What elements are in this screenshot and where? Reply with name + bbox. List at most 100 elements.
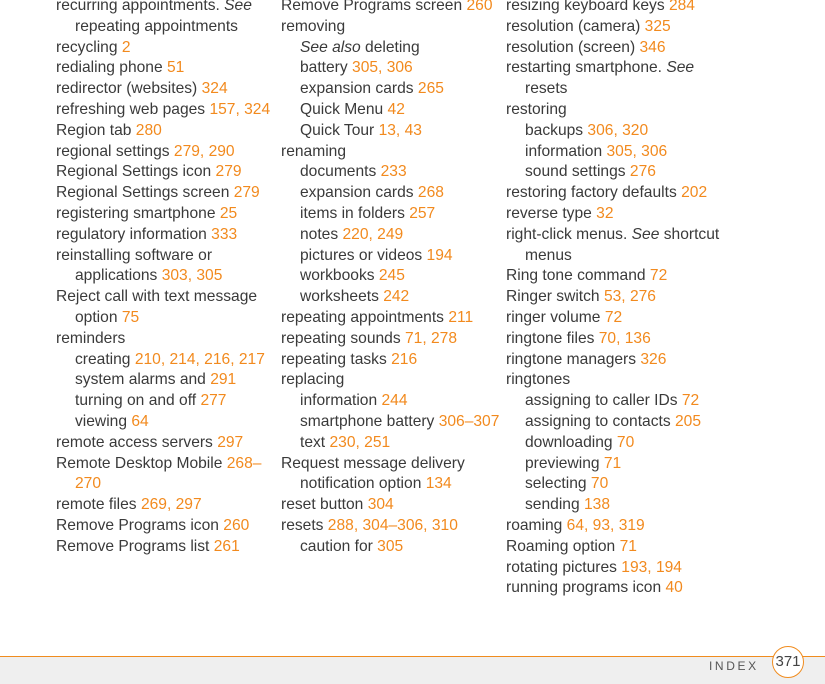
page-reference[interactable]: 291: [210, 371, 236, 388]
page-reference[interactable]: 64, 93, 319: [567, 517, 645, 534]
page-reference[interactable]: 216: [391, 351, 417, 368]
page-reference[interactable]: 306–307: [439, 413, 500, 430]
index-entry: replacing: [281, 370, 501, 391]
page-reference[interactable]: 25: [220, 205, 237, 222]
page-reference[interactable]: 257: [409, 205, 435, 222]
index-subentry: expansion cards 265: [281, 79, 501, 100]
index-entry: repeating sounds 71, 278: [281, 329, 501, 350]
index-entry: ringer volume 72: [506, 308, 726, 329]
entry-term: roaming: [506, 516, 567, 534]
page-reference[interactable]: 233: [381, 163, 407, 180]
page-reference[interactable]: 70, 136: [599, 330, 651, 347]
page-reference[interactable]: 205: [675, 413, 701, 430]
page-reference[interactable]: 32: [596, 205, 613, 222]
entry-term: reverse type: [506, 204, 597, 222]
page-reference[interactable]: 71: [620, 538, 637, 555]
page-reference[interactable]: 202: [681, 184, 707, 201]
page-reference[interactable]: 220, 249: [342, 226, 403, 243]
page-reference[interactable]: 53, 276: [604, 288, 656, 305]
page-reference[interactable]: 303, 305: [162, 267, 223, 284]
page-reference[interactable]: 260: [466, 0, 492, 14]
page-reference[interactable]: 194: [427, 247, 453, 264]
page-reference[interactable]: 70: [591, 475, 608, 492]
entry-term: replacing: [281, 371, 345, 389]
page-reference[interactable]: 326: [640, 351, 666, 368]
page-reference[interactable]: 72: [605, 309, 622, 326]
entry-term: pictures or videos: [300, 246, 427, 264]
page-reference[interactable]: 244: [381, 392, 407, 409]
page-reference[interactable]: 324: [202, 80, 228, 97]
index-entry: reminders: [56, 329, 276, 350]
index-subentry: worksheets 242: [281, 287, 501, 308]
entry-term: notes: [300, 225, 343, 243]
entry-term: selecting: [525, 475, 591, 493]
page-reference[interactable]: 279: [234, 184, 260, 201]
page-reference[interactable]: 279: [216, 163, 242, 180]
page-reference[interactable]: 325: [645, 18, 671, 35]
page-reference[interactable]: 276: [630, 163, 656, 180]
page-reference[interactable]: 306, 320: [587, 122, 648, 139]
index-entry: regulatory information 333: [56, 225, 276, 246]
page-reference[interactable]: 211: [448, 309, 473, 326]
page-reference[interactable]: 193, 194: [621, 559, 682, 576]
page-reference[interactable]: 284: [669, 0, 695, 14]
see-target: resets: [525, 80, 568, 98]
page-footer: INDEX 371: [0, 646, 825, 684]
page-reference[interactable]: 280: [136, 122, 162, 139]
page-reference[interactable]: 70: [617, 434, 634, 451]
page-reference[interactable]: 210, 214, 216, 217: [135, 351, 265, 368]
index-entry: restoring factory defaults 202: [506, 183, 726, 204]
page-reference[interactable]: 288, 304–306, 310: [328, 517, 458, 534]
index-entry: ringtone managers 326: [506, 350, 726, 371]
page-reference[interactable]: 260: [223, 517, 249, 534]
page-reference[interactable]: 242: [383, 288, 409, 305]
page-reference[interactable]: 72: [650, 267, 667, 284]
page-reference[interactable]: 134: [426, 475, 452, 492]
entry-term: Ringer switch: [506, 288, 604, 306]
index-subentry: Quick Tour 13, 43: [281, 121, 501, 142]
page-reference[interactable]: 40: [666, 579, 683, 596]
index-entry: Reject call with text message option 75: [56, 287, 276, 329]
page-reference[interactable]: 72: [682, 392, 699, 409]
page-reference[interactable]: 304: [368, 496, 394, 513]
page-reference[interactable]: 269, 297: [141, 496, 202, 513]
entry-term: system alarms and: [75, 371, 211, 389]
page-reference[interactable]: 51: [167, 59, 184, 76]
index-subentry: downloading 70: [506, 433, 726, 454]
page-reference[interactable]: 71: [604, 455, 621, 472]
page-reference[interactable]: 261: [214, 538, 240, 555]
page-reference[interactable]: 277: [200, 392, 226, 409]
index-entry: Regional Settings icon 279: [56, 162, 276, 183]
entry-term: documents: [300, 163, 381, 181]
page-reference[interactable]: 230, 251: [329, 434, 390, 451]
page-reference[interactable]: 268: [418, 184, 444, 201]
page-reference[interactable]: 333: [211, 226, 237, 243]
index-entry: Remove Programs screen 260: [281, 0, 501, 17]
page-reference[interactable]: 2: [122, 39, 131, 56]
page-reference[interactable]: 157, 324: [209, 101, 270, 118]
entry-term: smartphone battery: [300, 412, 439, 430]
entry-term: restoring: [506, 100, 567, 118]
page-reference[interactable]: 265: [418, 80, 444, 97]
index-entry: removing: [281, 17, 501, 38]
index-entry: Region tab 280: [56, 121, 276, 142]
entry-term: Remove Programs screen: [281, 0, 467, 14]
index-entry: resolution (screen) 346: [506, 38, 726, 59]
page-reference[interactable]: 305, 306: [352, 59, 413, 76]
page-reference[interactable]: 245: [379, 267, 405, 284]
index-entry: repeating tasks 216: [281, 350, 501, 371]
page-reference[interactable]: 346: [639, 39, 665, 56]
page-reference[interactable]: 42: [388, 101, 405, 118]
index-entry: Remove Programs list 261: [56, 537, 276, 558]
page-reference[interactable]: 279, 290: [174, 143, 235, 160]
page-reference[interactable]: 138: [584, 496, 610, 513]
page-reference[interactable]: 305, 306: [606, 143, 667, 160]
index-subentry: backups 306, 320: [506, 121, 726, 142]
page-reference[interactable]: 13, 43: [379, 122, 422, 139]
page-reference[interactable]: 297: [217, 434, 243, 451]
page-reference[interactable]: 71, 278: [405, 330, 457, 347]
page-reference[interactable]: 64: [131, 413, 148, 430]
page-reference[interactable]: 305: [377, 538, 403, 555]
page-reference[interactable]: 75: [122, 309, 139, 326]
index-entry: reverse type 32: [506, 204, 726, 225]
